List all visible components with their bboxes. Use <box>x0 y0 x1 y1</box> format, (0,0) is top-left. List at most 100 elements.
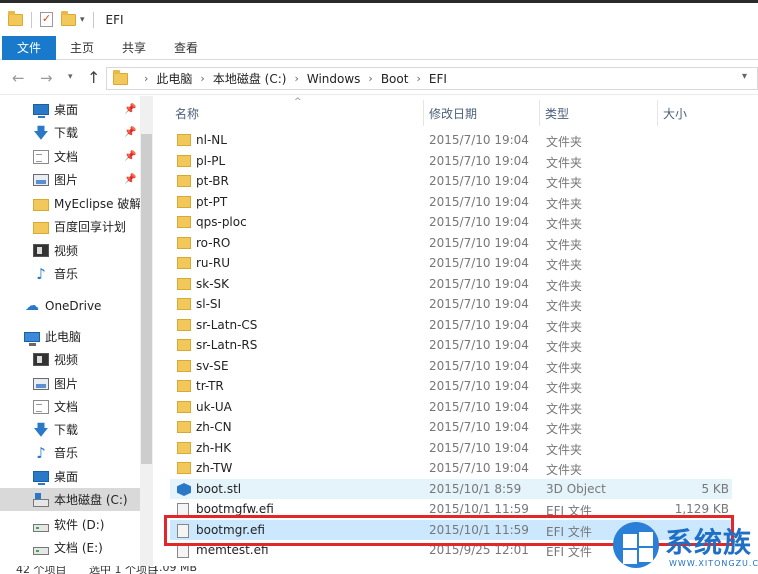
table-row[interactable]: qps-ploc 2015/7/10 19:04 文件夹 <box>170 212 732 232</box>
column-header-size[interactable]: 大小 <box>658 103 758 125</box>
breadcrumb: › 此电脑 › 本地磁盘 (C:) › Windows › Boot › EFI <box>136 70 447 87</box>
desktop-icon <box>33 104 49 118</box>
navigation-scrollbar-thumb[interactable] <box>141 134 152 464</box>
address-history-dropdown-icon[interactable]: ▾ <box>742 71 747 82</box>
pin-icon[interactable]: 📌 <box>124 104 136 115</box>
back-arrow-icon[interactable]: ← <box>12 69 25 87</box>
nav-item-label: 文档 <box>54 150 79 164</box>
documents-icon <box>33 399 49 414</box>
address-row: ← → ▾ ↑ › 此电脑 › 本地磁盘 (C:) › Windows › Bo… <box>0 61 758 95</box>
column-header-type[interactable]: 类型 <box>540 103 656 125</box>
breadcrumb-item[interactable]: EFI <box>429 72 447 86</box>
file-name: bootmgfw.efi <box>196 502 274 516</box>
pin-icon[interactable]: 📌 <box>124 174 136 185</box>
file-date: 2015/7/10 19:04 <box>429 133 529 147</box>
up-arrow-icon[interactable]: ↑ <box>87 68 100 87</box>
folder-icon <box>177 339 191 354</box>
table-row[interactable]: sr-Latn-CS 2015/7/10 19:04 文件夹 <box>170 315 732 335</box>
pictures-icon <box>33 173 49 186</box>
documents-icon <box>33 149 49 164</box>
breadcrumb-item[interactable]: 本地磁盘 (C:) <box>213 70 287 87</box>
table-row[interactable]: zh-CN 2015/7/10 19:04 文件夹 <box>170 417 732 437</box>
file-type: 文件夹 <box>546 238 583 252</box>
file-type: 文件夹 <box>546 402 583 416</box>
file-type: 文件夹 <box>546 299 583 313</box>
new-folder-icon[interactable] <box>61 10 76 26</box>
breadcrumb-item[interactable]: 此电脑 <box>156 70 192 87</box>
file-date: 2015/7/10 19:04 <box>429 236 529 250</box>
chevron-right-icon[interactable]: › <box>368 72 372 85</box>
nav-item-label: 本地磁盘 (C:) <box>54 493 128 507</box>
file-type: 文件夹 <box>546 279 583 293</box>
download-icon: 🡇 <box>33 420 49 439</box>
nav-item-label: MyEclipse 破解 <box>54 197 142 211</box>
table-row[interactable]: boot.stl 2015/10/1 8:59 3D Object 5 KB <box>170 479 732 499</box>
file-name: ru-RU <box>196 256 230 270</box>
videos-icon <box>33 244 49 257</box>
chevron-right-icon: › <box>144 72 149 85</box>
file-size: 1,129 KB <box>674 502 729 516</box>
nav-item-label: 音乐 <box>54 267 79 281</box>
nav-item-label: 音乐 <box>54 446 79 460</box>
tab-home[interactable]: 主页 <box>62 36 102 60</box>
table-row[interactable]: ro-RO 2015/7/10 19:04 文件夹 <box>170 233 732 253</box>
tab-view[interactable]: 查看 <box>166 36 206 60</box>
folder-icon <box>177 196 191 211</box>
table-row[interactable]: ru-RU 2015/7/10 19:04 文件夹 <box>170 253 732 273</box>
file-date: 2015/7/10 19:04 <box>429 379 529 393</box>
file-type: 文件夹 <box>546 340 583 354</box>
tab-share[interactable]: 共享 <box>114 36 154 60</box>
file-name: sl-SI <box>196 297 222 311</box>
customize-toolbar-dropdown[interactable]: ▾ <box>80 15 85 25</box>
nav-item-label: 文档 (E:) <box>54 541 103 555</box>
file-name: sv-SE <box>196 359 229 373</box>
file-date: 2015/10/1 8:59 <box>429 482 522 496</box>
folder-icon <box>177 257 191 272</box>
folder-icon <box>177 462 191 477</box>
pin-icon[interactable]: 📌 <box>124 127 136 138</box>
table-row[interactable]: uk-UA 2015/7/10 19:04 文件夹 <box>170 397 732 417</box>
chevron-right-icon[interactable]: › <box>294 72 298 85</box>
forward-arrow-icon[interactable]: → <box>40 69 53 87</box>
breadcrumb-item[interactable]: Boot <box>381 72 409 86</box>
table-row[interactable]: pt-PT 2015/7/10 19:04 文件夹 <box>170 192 732 212</box>
nav-item-label: 图片 <box>54 377 79 391</box>
table-row[interactable]: sr-Latn-RS 2015/7/10 19:04 文件夹 <box>170 335 732 355</box>
toolbar-divider <box>31 11 32 28</box>
table-row[interactable]: nl-NL 2015/7/10 19:04 文件夹 <box>170 130 732 150</box>
file-date: 2015/7/10 19:04 <box>429 277 529 291</box>
breadcrumb-item[interactable]: Windows <box>307 72 361 86</box>
chevron-right-icon[interactable]: › <box>416 72 420 85</box>
table-row[interactable]: tr-TR 2015/7/10 19:04 文件夹 <box>170 376 732 396</box>
nav-item-drive-c[interactable]: 本地磁盘 (C:) <box>0 488 140 511</box>
table-row[interactable]: sk-SK 2015/7/10 19:04 文件夹 <box>170 274 732 294</box>
file-name: uk-UA <box>196 400 232 414</box>
folder-icon <box>177 401 191 416</box>
table-row[interactable]: pl-PL 2015/7/10 19:04 文件夹 <box>170 151 732 171</box>
pin-icon[interactable]: 📌 <box>124 151 136 162</box>
folder-icon <box>177 134 191 149</box>
computer-icon <box>24 331 40 346</box>
nav-item-label: 下载 <box>54 423 79 437</box>
table-row[interactable]: zh-HK 2015/7/10 19:04 文件夹 <box>170 438 732 458</box>
recent-locations-dropdown-icon[interactable]: ▾ <box>68 72 73 82</box>
tab-file[interactable]: 文件 <box>2 36 56 60</box>
file-type: 文件夹 <box>546 135 583 149</box>
file-name: qps-ploc <box>196 215 247 229</box>
table-row[interactable]: zh-TW 2015/7/10 19:04 文件夹 <box>170 458 732 478</box>
file-date: 2015/10/1 11:59 <box>429 502 529 516</box>
folder-icon <box>177 421 191 436</box>
column-header-date[interactable]: 修改日期 <box>424 103 538 125</box>
nav-item-label: 视频 <box>54 353 79 367</box>
file-type: 文件夹 <box>546 422 583 436</box>
table-row[interactable]: sl-SI 2015/7/10 19:04 文件夹 <box>170 294 732 314</box>
column-header-name[interactable]: 名称 <box>170 103 422 125</box>
table-row[interactable]: sv-SE 2015/7/10 19:04 文件夹 <box>170 356 732 376</box>
nav-item-label: 桌面 <box>54 470 79 484</box>
table-row[interactable]: pt-BR 2015/7/10 19:04 文件夹 <box>170 171 732 191</box>
chevron-right-icon[interactable]: › <box>200 72 204 85</box>
file-name: boot.stl <box>196 482 242 496</box>
title-bar: ✓ ▾ EFI <box>0 3 758 36</box>
properties-icon[interactable]: ✓ <box>40 12 53 27</box>
address-bar[interactable]: › 此电脑 › 本地磁盘 (C:) › Windows › Boot › EFI… <box>106 67 758 90</box>
